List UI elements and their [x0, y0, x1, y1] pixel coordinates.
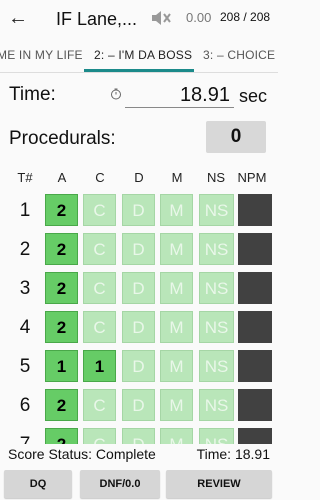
- app-bar: ← IF Lane,... 0.00 208 / 208: [0, 0, 278, 36]
- score-cell-ns[interactable]: NS: [199, 311, 234, 343]
- score-cell-d[interactable]: D: [122, 389, 155, 421]
- page-title: IF Lane,...: [56, 9, 138, 29]
- score-cell-m[interactable]: M: [160, 194, 193, 226]
- score-cell-ns[interactable]: NS: [199, 233, 234, 265]
- score-cell-c[interactable]: C: [83, 272, 116, 304]
- score-cell-c[interactable]: C: [83, 389, 116, 421]
- row-label: 2: [19, 239, 31, 260]
- score-cell-m[interactable]: M: [160, 272, 193, 304]
- score-cell-d[interactable]: D: [122, 233, 155, 265]
- procedurals-value[interactable]: 0: [206, 121, 266, 153]
- dq-button[interactable]: DQ: [4, 470, 72, 498]
- score-cell-npm[interactable]: [238, 233, 272, 265]
- header-m: M: [171, 170, 183, 185]
- entry-counter: 208 / 208: [220, 10, 271, 24]
- score-cell-ns[interactable]: NS: [199, 194, 234, 226]
- header-trial: T#: [17, 170, 33, 185]
- tab-2[interactable]: 2: – I'M DA BOSS: [94, 48, 192, 62]
- header-ns: NS: [206, 170, 226, 185]
- time-input[interactable]: 18.91: [125, 82, 234, 108]
- row-label: 3: [19, 278, 31, 299]
- review-button[interactable]: REVIEW: [166, 470, 272, 498]
- score-cell-d[interactable]: D: [122, 350, 155, 382]
- score-status: Score Status: Complete: [8, 446, 156, 462]
- status-bar: Score Status: Complete Time: 18.91: [0, 444, 278, 466]
- timer-icon: [111, 88, 121, 100]
- elapsed-time: 0.00: [186, 10, 212, 25]
- header-c: C: [95, 170, 105, 185]
- score-cell-ns[interactable]: NS: [199, 272, 234, 304]
- score-cell-c[interactable]: C: [83, 194, 116, 226]
- volume-off-icon[interactable]: [150, 8, 172, 28]
- score-cell-a[interactable]: 2: [45, 272, 78, 304]
- active-tab-indicator: [84, 69, 194, 72]
- status-time: Time: 18.91: [196, 446, 270, 462]
- header-npm: NPM: [237, 170, 267, 185]
- score-cell-npm[interactable]: [238, 194, 272, 226]
- score-cell-d[interactable]: D: [122, 194, 155, 226]
- score-cell-m[interactable]: M: [160, 350, 193, 382]
- score-cell-a[interactable]: 2: [45, 389, 78, 421]
- tab-3[interactable]: 3: – CHOICE I: [203, 48, 278, 62]
- row-label: 4: [19, 317, 31, 338]
- score-cell-c[interactable]: C: [83, 311, 116, 343]
- score-cell-m[interactable]: M: [160, 233, 193, 265]
- score-cell-d[interactable]: D: [122, 311, 155, 343]
- dnf-button[interactable]: DNF/0.0: [80, 470, 160, 498]
- procedurals-label: Procedurals:: [9, 128, 116, 149]
- score-cell-c[interactable]: C: [83, 233, 116, 265]
- score-cell-ns[interactable]: NS: [199, 350, 234, 382]
- header-a: A: [57, 170, 67, 185]
- header-d: D: [134, 170, 144, 185]
- row-label: 1: [19, 200, 31, 221]
- score-cell-ns[interactable]: NS: [199, 389, 234, 421]
- row-label: 5: [19, 356, 31, 377]
- score-cell-a[interactable]: 2: [45, 233, 78, 265]
- row-label: 6: [19, 395, 31, 416]
- score-cell-npm[interactable]: [238, 272, 272, 304]
- score-cell-a[interactable]: 1: [45, 350, 78, 382]
- score-cell-m[interactable]: M: [160, 389, 193, 421]
- score-cell-npm[interactable]: [238, 350, 272, 382]
- time-unit: sec: [239, 86, 268, 106]
- score-cell-npm[interactable]: [238, 389, 272, 421]
- score-cell-d[interactable]: D: [122, 272, 155, 304]
- time-label: Time:: [9, 84, 56, 105]
- score-cell-c[interactable]: 1: [83, 350, 116, 382]
- tab-1[interactable]: ME IN MY LIFE: [0, 48, 83, 62]
- score-cell-npm[interactable]: [238, 311, 272, 343]
- score-cell-a[interactable]: 2: [45, 194, 78, 226]
- tab-bar: ME IN MY LIFE 2: – I'M DA BOSS 3: – CHOI…: [0, 40, 278, 73]
- score-cell-a[interactable]: 2: [45, 311, 78, 343]
- back-arrow-icon[interactable]: ←: [8, 6, 28, 30]
- score-cell-m[interactable]: M: [160, 311, 193, 343]
